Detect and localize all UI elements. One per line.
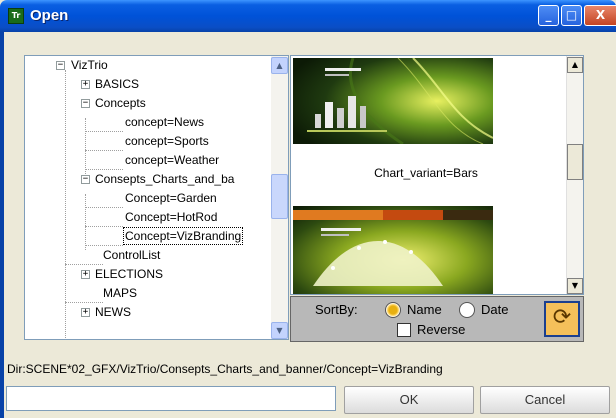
scroll-thumb[interactable]	[567, 144, 583, 180]
sort-date-label[interactable]: Date	[481, 302, 508, 317]
tree-item-concept-sports[interactable]: concept=Sports	[125, 132, 209, 151]
tree-item-concept-news[interactable]: concept=News	[125, 113, 204, 132]
tree-item-maps[interactable]: MAPS	[103, 284, 137, 303]
scroll-up-button[interactable]: ▲	[567, 57, 583, 73]
sort-name-label[interactable]: Name	[407, 302, 442, 317]
tree-item-concept-weather[interactable]: concept=Weather	[125, 151, 219, 170]
window-title: Open	[30, 7, 69, 24]
selected-item-label: Concept=VizBranding	[123, 227, 244, 245]
reverse-checkbox[interactable]	[397, 323, 411, 337]
app-icon: Tr	[8, 8, 24, 24]
reverse-label[interactable]: Reverse	[417, 322, 465, 337]
tree-item-concept-vizbranding[interactable]: Concept=VizBranding	[123, 227, 244, 246]
refresh-icon: ⟳	[552, 305, 572, 330]
scene-thumbnail[interactable]	[293, 206, 493, 294]
sort-name-radio[interactable]	[385, 302, 401, 318]
tree-item-news[interactable]: NEWS	[95, 303, 131, 322]
tree-line	[85, 226, 123, 227]
cancel-button[interactable]: Cancel	[480, 386, 610, 414]
tree-item-elections[interactable]: ELECTIONS	[95, 265, 163, 284]
scroll-up-button[interactable]: ▲	[271, 57, 288, 74]
tree-line	[85, 118, 86, 174]
thumbnail-image	[293, 206, 493, 294]
preview-scrollbar[interactable]: ▲ ▼	[566, 56, 583, 294]
sort-bar: SortBy: Name Date Reverse ⟳	[290, 296, 584, 342]
folder-tree[interactable]: − VizTrio + BASICS − Concepts concept=Ne…	[24, 55, 289, 340]
collapse-toggle[interactable]: −	[81, 175, 90, 184]
tree-item-concept-hotrod[interactable]: Concept=HotRod	[125, 208, 217, 227]
filename-input[interactable]	[6, 386, 336, 411]
expand-toggle[interactable]: +	[81, 308, 90, 317]
scene-thumbnail[interactable]	[293, 58, 493, 144]
thumbnail-image	[293, 58, 493, 144]
thumbnail-caption: Chart_variant=Bars	[374, 166, 478, 180]
tree-item-controllist[interactable]: ControlList	[103, 246, 160, 265]
tree-item-basics[interactable]: BASICS	[95, 75, 139, 94]
expand-toggle[interactable]: +	[81, 270, 90, 279]
scroll-down-button[interactable]: ▼	[567, 278, 583, 294]
tree-line	[85, 150, 123, 151]
tree-line	[65, 70, 66, 339]
title-bar[interactable]: Tr Open _ □ X	[0, 0, 616, 32]
directory-path: Dir:SCENE*02_GFX/VizTrio/Consepts_Charts…	[7, 362, 443, 376]
tree-item-viztrio[interactable]: VizTrio	[71, 56, 108, 75]
tree-line	[85, 207, 123, 208]
maximize-button[interactable]: □	[561, 5, 582, 26]
sort-date-radio[interactable]	[459, 302, 475, 318]
collapse-toggle[interactable]: −	[56, 61, 65, 70]
refresh-button[interactable]: ⟳	[544, 301, 580, 337]
tree-line	[85, 194, 86, 250]
scroll-thumb[interactable]	[271, 174, 288, 219]
expand-toggle[interactable]: +	[81, 80, 90, 89]
window-frame	[0, 32, 4, 418]
close-button[interactable]: X	[584, 5, 616, 26]
tree-item-consepts-charts[interactable]: Consepts_Charts_and_ba	[95, 170, 234, 189]
scroll-down-button[interactable]: ▼	[271, 322, 288, 339]
tree-item-concepts[interactable]: Concepts	[95, 94, 146, 113]
sort-label: SortBy:	[315, 302, 358, 317]
collapse-toggle[interactable]: −	[81, 99, 90, 108]
ok-button[interactable]: OK	[344, 386, 474, 414]
preview-panel[interactable]: Chart_variant=Bars ▲ ▼	[290, 55, 584, 295]
tree-item-concept-garden[interactable]: Concept=Garden	[125, 189, 217, 208]
tree-scrollbar[interactable]: ▲ ▼	[271, 56, 288, 339]
minimize-button[interactable]: _	[538, 5, 559, 26]
tree-line	[85, 131, 123, 132]
